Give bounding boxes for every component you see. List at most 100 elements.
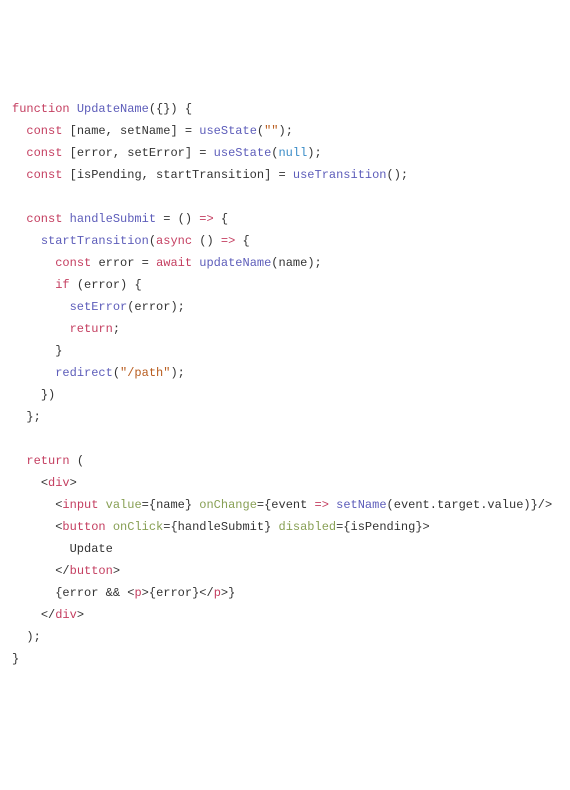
token-tagname: input — [62, 498, 98, 512]
code-line: }) — [12, 384, 558, 406]
token-punc — [98, 498, 105, 512]
token-punc: [ — [62, 124, 76, 138]
token-punc: > — [113, 564, 120, 578]
token-punc: ); — [26, 630, 40, 644]
token-attr: onChange — [199, 498, 257, 512]
token-keyword: => — [315, 498, 329, 512]
token-punc: </ — [41, 608, 55, 622]
code-line: const [isPending, startTransition] = use… — [12, 164, 558, 186]
token-ident: error — [98, 256, 134, 270]
code-line: </button> — [12, 560, 558, 582]
token-ident: event — [394, 498, 430, 512]
token-func: startTransition — [41, 234, 149, 248]
token-punc: = — [134, 256, 156, 270]
code-line: } — [12, 340, 558, 362]
token-punc: >{ — [142, 586, 156, 600]
code-line: function UpdateName({}) { — [12, 98, 558, 120]
token-func: redirect — [55, 366, 113, 380]
token-punc: } — [264, 520, 278, 534]
code-line: startTransition(async () => { — [12, 230, 558, 252]
token-punc: }</ — [192, 586, 214, 600]
token-punc: (); — [387, 168, 409, 182]
code-line: const [name, setName] = useState(""); — [12, 120, 558, 142]
code-line: </div> — [12, 604, 558, 626]
code-line: setError(error); — [12, 296, 558, 318]
token-punc: ); — [170, 300, 184, 314]
token-punc: () — [192, 234, 221, 248]
token-attr: onClick — [113, 520, 163, 534]
token-tagname: div — [48, 476, 70, 490]
token-punc: ( — [387, 498, 394, 512]
token-punc — [62, 212, 69, 226]
token-punc: && < — [98, 586, 134, 600]
token-punc: ); — [307, 256, 321, 270]
token-ident: error — [156, 586, 192, 600]
token-func: updateName — [199, 256, 271, 270]
token-func: useTransition — [293, 168, 387, 182]
token-punc: ); — [279, 124, 293, 138]
token-punc: ] = — [170, 124, 199, 138]
token-punc: } — [185, 498, 199, 512]
code-line: if (error) { — [12, 274, 558, 296]
token-punc: } — [55, 344, 62, 358]
token-func: setError — [70, 300, 128, 314]
code-line: return; — [12, 318, 558, 340]
token-tagname: button — [62, 520, 105, 534]
token-keyword: if — [55, 278, 69, 292]
token-tagname: button — [70, 564, 113, 578]
code-line: {error && <p>{error}</p>} — [12, 582, 558, 604]
token-punc: [ — [62, 168, 76, 182]
token-punc: ({}) { — [149, 102, 192, 116]
code-line: Update — [12, 538, 558, 560]
token-ident: error — [84, 278, 120, 292]
token-ident: value — [487, 498, 523, 512]
token-ident: handleSubmit — [178, 520, 264, 534]
code-line: ); — [12, 626, 558, 648]
token-func: useState — [199, 124, 257, 138]
token-ident: name — [156, 498, 185, 512]
code-line: const [error, setError] = useState(null)… — [12, 142, 558, 164]
token-string: "" — [264, 124, 278, 138]
token-punc: [ — [62, 146, 76, 160]
token-tagname: p — [214, 586, 221, 600]
code-line: <div> — [12, 472, 558, 494]
token-ident: target — [437, 498, 480, 512]
token-punc: }> — [415, 520, 429, 534]
token-punc: { — [235, 234, 249, 248]
token-ident: isPending — [77, 168, 142, 182]
token-ident: error — [62, 586, 98, 600]
token-punc: ( — [149, 234, 156, 248]
token-punc: ( — [271, 256, 278, 270]
code-line: <button onClick={handleSubmit} disabled=… — [12, 516, 558, 538]
token-punc: < — [41, 476, 48, 490]
token-punc: , — [113, 146, 127, 160]
token-keyword: const — [26, 212, 62, 226]
token-ident: name — [77, 124, 106, 138]
token-punc: >} — [221, 586, 235, 600]
token-func: UpdateName — [77, 102, 149, 116]
token-punc: ] = — [185, 146, 214, 160]
token-punc — [70, 102, 77, 116]
code-line: } — [12, 648, 558, 670]
token-func: useState — [214, 146, 272, 160]
token-keyword: const — [55, 256, 91, 270]
token-punc: , — [142, 168, 156, 182]
token-punc: }; — [26, 410, 40, 424]
token-keyword: await — [156, 256, 192, 270]
code-snippet: function UpdateName({}) { const [name, s… — [12, 98, 558, 670]
token-punc: , — [106, 124, 120, 138]
code-line — [12, 186, 558, 208]
code-line: const error = await updateName(name); — [12, 252, 558, 274]
token-const: null — [278, 146, 307, 160]
token-punc — [106, 520, 113, 534]
token-punc: ; — [113, 322, 120, 336]
token-keyword: const — [26, 168, 62, 182]
token-punc — [307, 498, 314, 512]
token-keyword: const — [26, 124, 62, 138]
token-punc: ( — [70, 278, 84, 292]
token-keyword: return — [70, 322, 113, 336]
token-punc: ={ — [336, 520, 350, 534]
token-keyword: return — [26, 454, 69, 468]
token-punc: = () — [156, 212, 199, 226]
token-keyword: => — [221, 234, 235, 248]
